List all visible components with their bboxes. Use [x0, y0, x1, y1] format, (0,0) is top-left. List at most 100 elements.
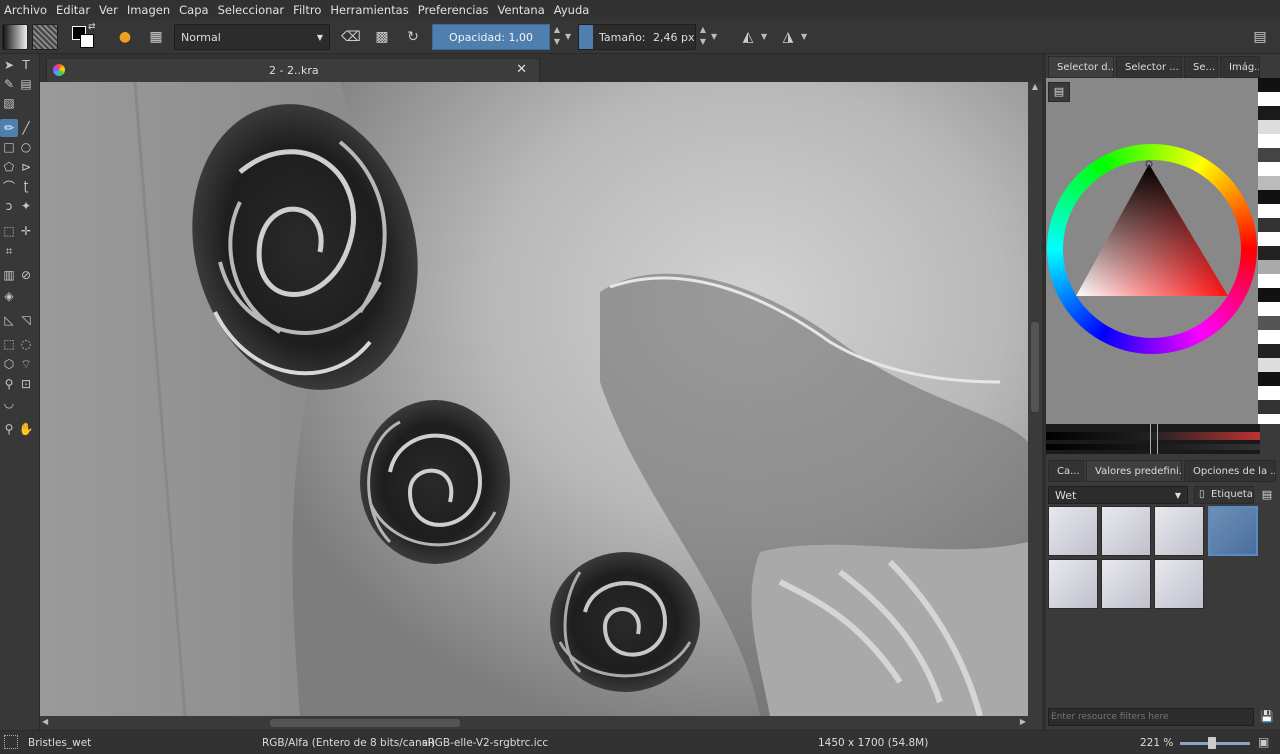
- pattern-selector[interactable]: [32, 24, 58, 50]
- tab-color-selector[interactable]: Selector ...: [1116, 56, 1182, 78]
- chevron-down-icon[interactable]: ▼: [711, 24, 721, 50]
- mirror-vertical-button[interactable]: ◮: [775, 24, 801, 50]
- gradient-fill-tool-icon[interactable]: ▥: [0, 266, 18, 284]
- reload-preset-button[interactable]: ↻: [400, 24, 426, 50]
- scrollbar-thumb[interactable]: [270, 719, 460, 727]
- menu-item-imagen[interactable]: Imagen: [127, 3, 170, 17]
- polyline-tool-icon[interactable]: ⊳: [17, 158, 35, 176]
- tag-menu-button[interactable]: ▯ Etiqueta: [1194, 486, 1254, 504]
- menu-item-filtro[interactable]: Filtro: [293, 3, 321, 17]
- brush-preset-thumb[interactable]: [1101, 506, 1151, 556]
- saturation-value-triangle[interactable]: [1046, 78, 1258, 424]
- tab-brush-presets[interactable]: Valores predefini...: [1086, 460, 1182, 482]
- blend-mode-select[interactable]: Normal ▼: [174, 24, 330, 50]
- foreground-background-colors[interactable]: ⇄: [70, 22, 98, 50]
- mirror-horizontal-button[interactable]: ◭: [735, 24, 761, 50]
- color-history-swatches[interactable]: [1258, 78, 1280, 424]
- ellipse-select-tool-icon[interactable]: ◌: [17, 335, 35, 353]
- transform-tool-icon[interactable]: ⬚: [0, 222, 18, 240]
- chevron-up-icon[interactable]: ▲: [551, 24, 563, 36]
- save-icon[interactable]: 💾: [1258, 708, 1276, 726]
- menu-item-capa[interactable]: Capa: [179, 3, 208, 17]
- zoom-slider-handle[interactable]: [1208, 737, 1216, 749]
- color-picker-tool-icon[interactable]: ⊘: [17, 266, 35, 284]
- size-slider[interactable]: Tamaño: 2,46 px: [578, 24, 696, 50]
- brush-settings-button[interactable]: ▦: [143, 24, 169, 50]
- chevron-down-icon[interactable]: ▼: [551, 36, 563, 48]
- chevron-up-icon[interactable]: ▲: [697, 24, 709, 36]
- size-spinner[interactable]: ▲ ▼: [697, 24, 709, 50]
- text-tool-icon[interactable]: T: [17, 56, 35, 74]
- rectangle-tool-icon[interactable]: □: [0, 138, 18, 156]
- crop-tool-icon[interactable]: ⌗: [0, 242, 18, 260]
- resource-filter-input[interactable]: [1048, 708, 1254, 726]
- brush-preset-thumb-selected[interactable]: [1208, 506, 1258, 556]
- chevron-down-icon[interactable]: ▼: [801, 24, 811, 50]
- brush-preset-thumb[interactable]: [1048, 506, 1098, 556]
- freehand-brush-tool-icon[interactable]: ✏: [0, 119, 18, 137]
- tab-advanced-color-selector[interactable]: Selector d...: [1048, 56, 1114, 78]
- rectangle-select-tool-icon[interactable]: ⬚: [0, 335, 18, 353]
- brush-preset-thumb[interactable]: [1154, 506, 1204, 556]
- line-tool-icon[interactable]: ╱: [17, 119, 35, 137]
- opacity-slider[interactable]: Opacidad: 1,00: [432, 24, 550, 50]
- similar-select-tool-icon[interactable]: ⊡: [17, 375, 35, 393]
- chevron-up-icon[interactable]: ▲: [1028, 82, 1042, 91]
- bezier-tool-icon[interactable]: ⌒: [0, 177, 18, 195]
- view-mode-icon[interactable]: ▤: [1258, 486, 1276, 504]
- canvas[interactable]: [40, 82, 1028, 716]
- value-bars[interactable]: [1046, 424, 1260, 454]
- tab-image[interactable]: Imág...: [1220, 56, 1260, 78]
- calligraphy-tool-icon[interactable]: ▤: [17, 75, 35, 93]
- eraser-mode-button[interactable]: ⌫: [338, 24, 364, 50]
- brush-preset-thumb[interactable]: [1154, 559, 1204, 609]
- menu-item-ventana[interactable]: Ventana: [498, 3, 545, 17]
- brush-preset-thumb[interactable]: [1101, 559, 1151, 609]
- settings-icon[interactable]: ▣: [1258, 735, 1274, 751]
- select-shapes-tool-icon[interactable]: ➤: [0, 56, 18, 74]
- menu-item-archivo[interactable]: Archivo: [4, 3, 47, 17]
- gradient-tool-icon[interactable]: ▨: [0, 94, 18, 112]
- assistant-tool-icon[interactable]: ◺: [0, 311, 18, 329]
- dynamic-brush-tool-icon[interactable]: ↄ: [0, 197, 18, 215]
- menu-item-herramientas[interactable]: Herramientas: [330, 3, 408, 17]
- measure-tool-icon[interactable]: ◹: [17, 311, 35, 329]
- brush-preset-thumb[interactable]: [1048, 559, 1098, 609]
- chevron-left-icon[interactable]: ◀: [42, 717, 48, 726]
- close-tab-icon[interactable]: ✕: [516, 62, 527, 77]
- menu-item-ver[interactable]: Ver: [99, 3, 118, 17]
- chevron-right-icon[interactable]: ▶: [1020, 717, 1026, 726]
- contiguous-select-tool-icon[interactable]: ⚲: [0, 375, 18, 393]
- menu-item-seleccionar[interactable]: Seleccionar: [218, 3, 285, 17]
- multibrush-tool-icon[interactable]: ✦: [17, 197, 35, 215]
- polygon-select-tool-icon[interactable]: ⬡: [0, 355, 18, 373]
- horizontal-scrollbar[interactable]: ◀ ▶: [40, 716, 1028, 730]
- move-tool-icon[interactable]: ✛: [17, 222, 35, 240]
- vertical-scrollbar[interactable]: ▲: [1028, 82, 1042, 716]
- chevron-down-icon[interactable]: ▼: [565, 24, 575, 50]
- tab-se[interactable]: Se...: [1184, 56, 1218, 78]
- document-tab[interactable]: 2 - 2..kra ✕: [46, 58, 540, 82]
- ellipse-tool-icon[interactable]: ○: [17, 138, 35, 156]
- zoom-tool-icon[interactable]: ⚲: [0, 420, 18, 438]
- brush-presets-button[interactable]: ●: [112, 24, 138, 50]
- workspace-chooser-button[interactable]: ▤: [1247, 24, 1273, 50]
- tab-ca[interactable]: Ca...: [1048, 460, 1084, 482]
- swap-colors-icon[interactable]: ⇄: [88, 22, 96, 32]
- menu-item-preferencias[interactable]: Preferencias: [418, 3, 489, 17]
- preserve-alpha-button[interactable]: ▩: [369, 24, 395, 50]
- fill-tool-icon[interactable]: ◈: [0, 287, 18, 305]
- chevron-down-icon[interactable]: ▼: [761, 24, 771, 50]
- preset-tag-select[interactable]: Wet ▼: [1048, 486, 1188, 504]
- freehand-select-tool-icon[interactable]: ⌔: [17, 355, 35, 373]
- menu-item-ayuda[interactable]: Ayuda: [554, 3, 590, 17]
- menu-item-editar[interactable]: Editar: [56, 3, 90, 17]
- polygon-tool-icon[interactable]: ⬠: [0, 158, 18, 176]
- edit-shapes-tool-icon[interactable]: ✎: [0, 75, 18, 93]
- tab-tool-options[interactable]: Opciones de la ...: [1184, 460, 1276, 482]
- scrollbar-thumb[interactable]: [1031, 322, 1039, 412]
- freehand-path-tool-icon[interactable]: ʈ: [17, 177, 35, 195]
- opacity-spinner[interactable]: ▲ ▼: [551, 24, 563, 50]
- pan-tool-icon[interactable]: ✋: [17, 420, 35, 438]
- gradient-selector[interactable]: [2, 24, 28, 50]
